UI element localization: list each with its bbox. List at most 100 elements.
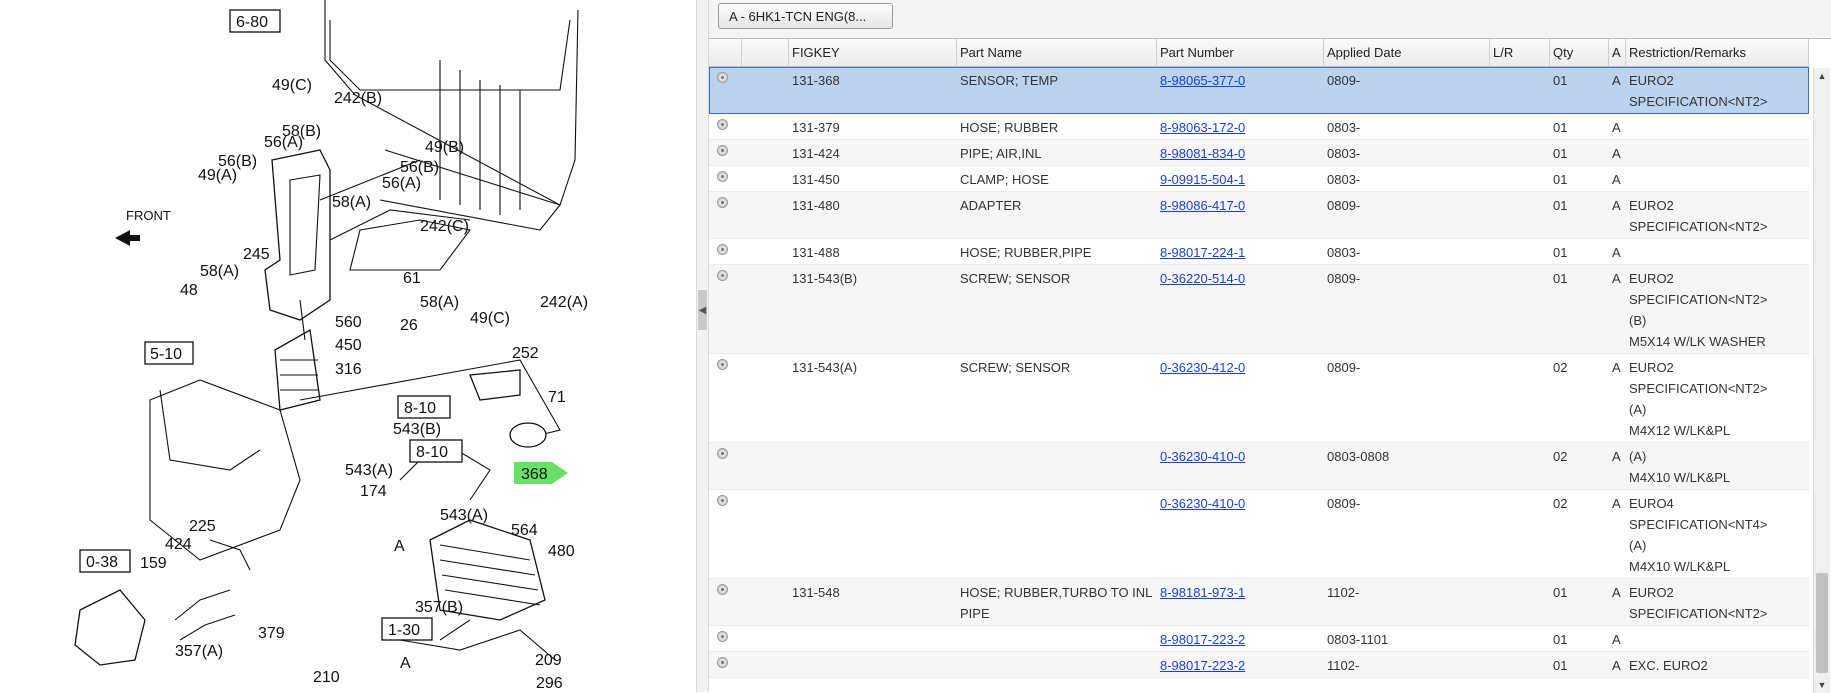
- col-header-qty[interactable]: Qty: [1550, 39, 1609, 66]
- callout-543a[interactable]: 543(A): [345, 462, 393, 479]
- callout-56b[interactable]: 56(B): [400, 159, 439, 176]
- table-row[interactable]: 131-543(B) SCREW; SENSOR 0-36220-514-0 0809…: [709, 265, 1809, 354]
- row-expand-icon[interactable]: [717, 197, 728, 208]
- ref-box-8-10[interactable]: 8-10: [397, 395, 451, 419]
- row-expand-icon[interactable]: [717, 119, 728, 130]
- callout-242a[interactable]: 242(A): [540, 294, 588, 311]
- ref-box-6-80[interactable]: 6-80: [229, 9, 281, 33]
- table-row[interactable]: 131-424 PIPE; AIR,INL 8-98081-834-0 0803- 01…: [709, 140, 1809, 166]
- callout-58a[interactable]: 58(A): [332, 194, 371, 211]
- scroll-down-icon[interactable]: ▼: [1814, 677, 1830, 693]
- scroll-up-icon[interactable]: ▲: [1814, 68, 1830, 84]
- callout-56a[interactable]: 56(A): [264, 134, 303, 151]
- part-number-link[interactable]: 8-98017-223-2: [1160, 632, 1245, 647]
- part-number-link[interactable]: 0-36230-412-0: [1160, 360, 1245, 375]
- callout-316[interactable]: 316: [335, 361, 362, 378]
- row-expand-icon[interactable]: [717, 244, 728, 255]
- callout-49c[interactable]: 49(C): [470, 310, 510, 327]
- col-header-figkey[interactable]: FIGKEY: [789, 39, 957, 66]
- row-expand-icon[interactable]: [717, 584, 728, 595]
- callout-368[interactable]: 368: [521, 466, 548, 483]
- table-row[interactable]: 131-488 HOSE; RUBBER,PIPE 8-98017-224-1 080…: [709, 239, 1809, 265]
- callout-a[interactable]: A: [394, 538, 405, 555]
- row-expand-icon[interactable]: [717, 448, 728, 459]
- col-header-lr[interactable]: L/R: [1490, 39, 1550, 66]
- callout-49c[interactable]: 49(C): [272, 77, 312, 94]
- callout-209[interactable]: 209: [535, 652, 562, 669]
- part-number-link[interactable]: 0-36230-410-0: [1160, 496, 1245, 511]
- col-header-blank[interactable]: [742, 39, 789, 66]
- callout-49a[interactable]: 49(A): [198, 167, 237, 184]
- table-row[interactable]: 8-98017-223-2 0803-1101 01 A: [709, 626, 1809, 652]
- callout-159[interactable]: 159: [140, 555, 167, 572]
- vertical-scrollbar[interactable]: ▲ ▼: [1813, 68, 1830, 693]
- callout-242c[interactable]: 242(C): [420, 218, 469, 235]
- part-number-link[interactable]: 8-98181-973-1: [1160, 585, 1245, 600]
- ref-box-1-30[interactable]: 1-30: [381, 617, 433, 641]
- col-header-expand[interactable]: [709, 39, 742, 66]
- callout-58a[interactable]: 58(A): [200, 263, 239, 280]
- callout-61[interactable]: 61: [403, 270, 421, 287]
- table-row[interactable]: 131-480 ADAPTER 8-98086-417-0 0809- 01 A EURO2…: [709, 192, 1809, 239]
- table-row[interactable]: 131-548 HOSE; RUBBER,TURBO TO INL PIPE 8-9…: [709, 579, 1809, 626]
- table-row[interactable]: 131-368 SENSOR; TEMP 8-98065-377-0 0809- 01 A…: [709, 67, 1809, 114]
- callout-242b[interactable]: 242(B): [334, 90, 382, 107]
- callout-a[interactable]: A: [400, 655, 411, 672]
- callout-48[interactable]: 48: [180, 282, 198, 299]
- col-header-part-number[interactable]: Part Number: [1157, 39, 1324, 66]
- col-header-part-name[interactable]: Part Name: [957, 39, 1157, 66]
- callout-564[interactable]: 564: [511, 522, 538, 539]
- part-number-link[interactable]: 8-98086-417-0: [1160, 198, 1245, 213]
- callout-357a[interactable]: 357(A): [175, 643, 223, 660]
- row-expand-icon[interactable]: [717, 359, 728, 370]
- part-number-link[interactable]: 8-98017-224-1: [1160, 245, 1245, 260]
- callout-225[interactable]: 225: [189, 518, 216, 535]
- col-header-remarks[interactable]: Restriction/Remarks: [1626, 39, 1809, 66]
- table-row[interactable]: 8-98017-223-2 1102- 01 A EXC. EURO2: [709, 652, 1809, 678]
- ref-box-8-10-b[interactable]: 8-10: [409, 439, 463, 463]
- table-row[interactable]: 131-543(A) SCREW; SENSOR 0-36230-412-0 0809…: [709, 354, 1809, 443]
- part-number-link[interactable]: 8-98017-223-2: [1160, 658, 1245, 673]
- callout-210[interactable]: 210: [313, 669, 340, 686]
- callout-357b[interactable]: 357(B): [415, 599, 463, 616]
- callout-71[interactable]: 71: [548, 389, 566, 406]
- part-number-link[interactable]: 9-09915-504-1: [1160, 172, 1245, 187]
- row-expand-icon[interactable]: [717, 171, 728, 182]
- callout-543b[interactable]: 543(B): [393, 421, 441, 438]
- callout-252[interactable]: 252: [512, 345, 539, 362]
- callout-245[interactable]: 245: [243, 246, 270, 263]
- row-expand-icon[interactable]: [717, 145, 728, 156]
- part-number-link[interactable]: 0-36230-410-0: [1160, 449, 1245, 464]
- callout-174[interactable]: 174: [360, 483, 387, 500]
- callout-450[interactable]: 450: [335, 337, 362, 354]
- callout-58a[interactable]: 58(A): [420, 294, 459, 311]
- parts-diagram[interactable]: FRONT 6-80 5-10 8-10 8-10 0-38 1-30 49(C…: [0, 0, 696, 692]
- callout-560[interactable]: 560: [335, 314, 362, 331]
- callout-26[interactable]: 26: [400, 317, 418, 334]
- callout-49b[interactable]: 49(B): [425, 139, 464, 156]
- table-row[interactable]: 0-36230-410-0 0803-0808 02 A (A) M4X10 W/LK&P…: [709, 443, 1809, 490]
- col-header-applied-date[interactable]: Applied Date: [1324, 39, 1490, 66]
- table-row[interactable]: 0-36230-410-0 0809- 02 A EURO4 SPECIFICATION<…: [709, 490, 1809, 579]
- callout-424[interactable]: 424: [165, 536, 192, 553]
- part-number-link[interactable]: 0-36220-514-0: [1160, 271, 1245, 286]
- collapse-left-icon[interactable]: ◀: [698, 290, 707, 330]
- callout-56a[interactable]: 56(A): [382, 175, 421, 192]
- row-expand-icon[interactable]: [717, 495, 728, 506]
- table-row[interactable]: 131-450 CLAMP; HOSE 9-09915-504-1 0803- 01 A: [709, 166, 1809, 192]
- engine-selector-button[interactable]: A - 6HK1-TCN ENG(8...: [718, 3, 893, 29]
- callout-296[interactable]: 296: [536, 675, 563, 692]
- row-expand-icon[interactable]: [717, 657, 728, 668]
- row-expand-icon[interactable]: [717, 270, 728, 281]
- row-expand-icon[interactable]: [717, 72, 728, 83]
- callout-543a[interactable]: 543(A): [440, 507, 488, 524]
- callout-379[interactable]: 379: [258, 625, 285, 642]
- ref-box-5-10[interactable]: 5-10: [144, 341, 194, 365]
- row-expand-icon[interactable]: [717, 631, 728, 642]
- scrollbar-thumb[interactable]: [1816, 573, 1828, 673]
- part-number-link[interactable]: 8-98081-834-0: [1160, 146, 1245, 161]
- col-header-a[interactable]: A: [1609, 39, 1626, 66]
- part-number-link[interactable]: 8-98065-377-0: [1160, 73, 1245, 88]
- table-row[interactable]: 131-379 HOSE; RUBBER 8-98063-172-0 0803- 01 A: [709, 114, 1809, 140]
- ref-box-0-38[interactable]: 0-38: [79, 549, 131, 573]
